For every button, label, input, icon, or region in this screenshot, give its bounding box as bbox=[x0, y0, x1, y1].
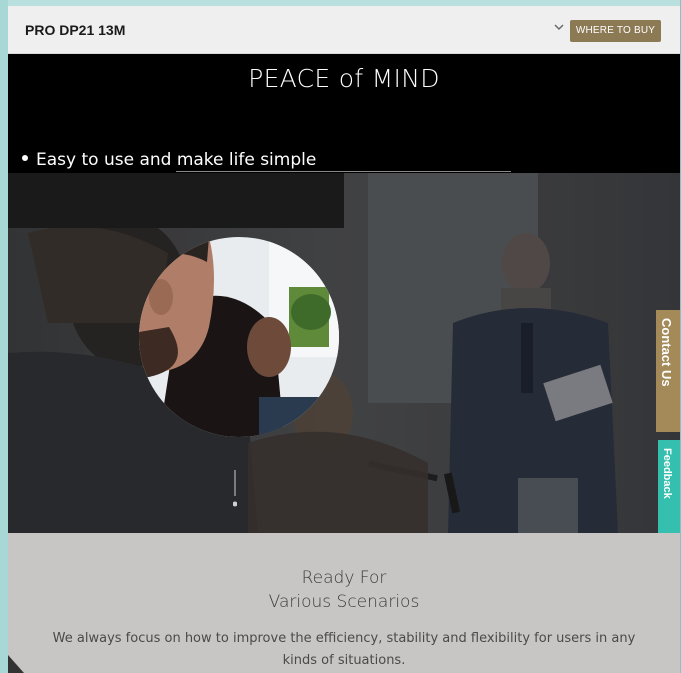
hero-overlay-block bbox=[8, 173, 344, 228]
left-edge-strip bbox=[0, 0, 8, 673]
page-frame: PRO DP21 13M WHERE TO BUY PEACE of MIND … bbox=[0, 0, 681, 673]
hero-divider bbox=[176, 171, 511, 172]
hero-bullet-text: Easy to use and make life simple bbox=[36, 150, 317, 170]
scroll-indicator-icon bbox=[233, 470, 237, 507]
section-description: We always focus on how to improve the ef… bbox=[52, 631, 636, 668]
contact-us-label: Contact Us bbox=[659, 318, 674, 387]
hero-title: PEACE of MIND bbox=[248, 64, 440, 93]
circular-photo bbox=[139, 237, 339, 437]
where-to-buy-button[interactable]: WHERE TO BUY bbox=[570, 20, 661, 42]
hero-bullet: Easy to use and make life simple bbox=[22, 150, 316, 170]
bullet-dot bbox=[22, 155, 28, 161]
contact-us-tab[interactable]: Contact Us bbox=[656, 310, 680, 432]
section-heading-line1: Ready For bbox=[301, 568, 387, 588]
page-content: PRO DP21 13M WHERE TO BUY PEACE of MIND … bbox=[8, 0, 680, 673]
section-heading-line2: Various Scenarios bbox=[268, 592, 420, 612]
corner-decoration bbox=[8, 655, 24, 673]
chevron-down-icon[interactable] bbox=[552, 20, 566, 34]
product-header-bar: PRO DP21 13M WHERE TO BUY bbox=[8, 6, 680, 54]
product-name: PRO DP21 13M bbox=[25, 22, 126, 38]
feedback-label: Feedback bbox=[661, 448, 673, 499]
feedback-tab[interactable]: Feedback bbox=[658, 440, 680, 546]
